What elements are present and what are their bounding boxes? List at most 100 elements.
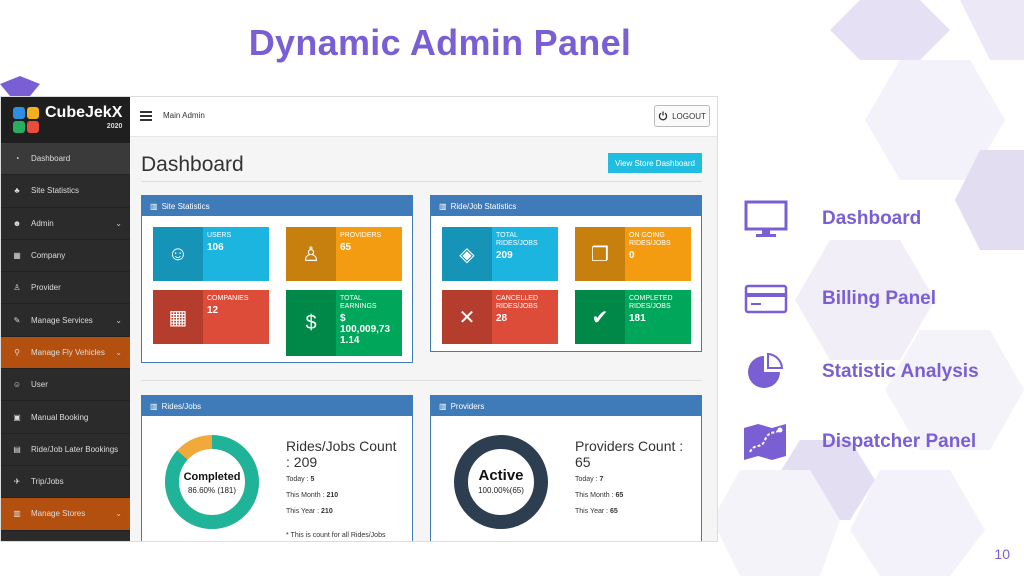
rides-month: This Month : 210 <box>286 492 339 499</box>
map-pin-icon: ⚲ <box>14 347 20 357</box>
main-content: Dashboard View Store Dashboard ▥ Site St… <box>130 137 717 541</box>
booking-icon: ▣ <box>13 412 21 422</box>
trip-icon: ✈ <box>13 477 21 487</box>
sidebar-item-ride-job-later-bookings[interactable]: ▤ Ride/Job Later Bookings <box>1 434 130 466</box>
stat-value: 209 <box>496 250 513 261</box>
sidebar-item-label: Manual Booking <box>31 412 89 422</box>
rides-note: * This is count for all Rides/Jobs <box>286 532 386 539</box>
monitor-icon <box>744 200 788 237</box>
logo-year: 2020 <box>106 123 123 130</box>
sidebar: CubeJekX 2020 ◔ Dashboard ♣ Site Statistics… <box>1 97 130 541</box>
building-icon: ▦ <box>153 290 203 344</box>
bar-chart-icon: ▥ <box>439 201 447 211</box>
feature-dispatcher-panel: Dispatcher Panel <box>741 422 1001 462</box>
stat-label: USERS <box>207 232 232 239</box>
person-icon: ♙ <box>13 283 21 293</box>
wrench-icon: ✎ <box>13 315 21 325</box>
feature-label: Statistic Analysis <box>822 361 979 382</box>
providers-count-title: Providers Count : 65 <box>575 438 684 470</box>
sidebar-item-company[interactable]: ▦ Company <box>1 240 130 273</box>
rides-today: Today : 5 <box>286 476 315 483</box>
cubes-icon: ◈ <box>442 227 492 281</box>
panel-title: Rides/Jobs <box>161 401 202 411</box>
sidebar-item-label: Trip/Jobs <box>31 477 64 487</box>
stat-label: ON GOING RIDES/JOBS <box>629 232 671 247</box>
app-logo: CubeJekX 2020 <box>1 97 130 143</box>
stat-tile-providers[interactable]: ♙ PROVIDERS 65 <box>286 227 402 281</box>
sidebar-item-site-statistics[interactable]: ♣ Site Statistics <box>1 175 130 208</box>
stat-value: 0 <box>629 250 635 261</box>
stat-label: COMPANIES <box>207 295 249 302</box>
stat-value: 65 <box>340 242 352 253</box>
calendar-icon: ▤ <box>13 444 21 454</box>
admin-icon: ☻ <box>12 218 22 228</box>
sidebar-item-label: Manage Services <box>31 315 93 325</box>
stat-value: 106 <box>207 242 224 253</box>
sidebar-nav: ◔ Dashboard ♣ Site Statistics ☻ Admin ⌄ ▦ Compan… <box>1 143 130 531</box>
sidebar-item-manual-booking[interactable]: ▣ Manual Booking <box>1 401 130 434</box>
stat-tile-companies[interactable]: ▦ COMPANIES 12 <box>153 290 269 344</box>
chevron-down-icon: ⌄ <box>115 347 122 357</box>
logout-label: LOGOUT <box>672 111 706 121</box>
logo-icon <box>11 105 41 135</box>
stat-tile-completed-rides-jobs[interactable]: ✔ COMPLETED RIDES/JOBS 181 <box>575 290 691 344</box>
hamburger-menu-icon[interactable] <box>140 111 152 121</box>
logout-button[interactable]: LOGOUT <box>654 105 710 127</box>
stat-value: 181 <box>629 313 646 324</box>
stat-value: 12 <box>207 305 219 316</box>
divider <box>141 380 702 381</box>
sidebar-item-provider[interactable]: ♙ Provider <box>1 272 130 305</box>
top-bar: Main Admin LOGOUT <box>130 97 717 137</box>
feature-label: Billing Panel <box>822 288 937 309</box>
sitemap-icon: ♣ <box>14 186 20 196</box>
sidebar-item-label: Provider <box>31 283 61 293</box>
stat-tile-cancelled-rides-jobs[interactable]: ✕ CANCELLED RIDES/JOBS 28 <box>442 290 558 344</box>
slide-title: Dynamic Admin Panel <box>248 22 632 63</box>
feature-label: Dashboard <box>822 208 922 229</box>
stat-value: 28 <box>496 313 508 324</box>
sidebar-item-label: Ride/Job Later Bookings <box>31 444 119 454</box>
view-store-dashboard-button[interactable]: View Store Dashboard <box>608 153 702 173</box>
site-statistics-panel: ▥ Site Statistics ☺ USERS 106 ♙ PROVIDERS 65 ▦… <box>141 195 413 363</box>
bar-chart-icon: ▥ <box>150 201 158 211</box>
power-icon <box>658 111 668 121</box>
sidebar-item-label: User <box>31 380 48 390</box>
stat-label: COMPLETED RIDES/JOBS <box>629 295 673 310</box>
copy-icon: ❐ <box>575 227 625 281</box>
stat-tile-total-rides-jobs[interactable]: ◈ TOTAL RIDES/JOBS 209 <box>442 227 558 281</box>
stat-value: $ 100,009,73 1.14 <box>340 313 391 346</box>
sidebar-item-trip-jobs[interactable]: ✈ Trip/Jobs <box>1 466 130 499</box>
sidebar-item-user[interactable]: ☺ User <box>1 369 130 402</box>
sidebar-item-manage-fly-vehicles[interactable]: ⚲ Manage Fly Vehicles ⌄ <box>1 336 130 370</box>
building-icon: ▦ <box>13 251 21 261</box>
sidebar-item-label: Company <box>31 251 66 261</box>
bar-chart-icon: ▥ <box>150 401 158 411</box>
map-icon <box>744 424 786 460</box>
sidebar-item-dashboard[interactable]: ◔ Dashboard <box>1 143 130 176</box>
chevron-down-icon: ⌄ <box>115 218 122 228</box>
ring-value: 100.00%(65) <box>478 486 524 495</box>
stat-label: TOTAL RIDES/JOBS <box>496 232 538 247</box>
breadcrumb: Main Admin <box>163 111 205 120</box>
page-number: 10 <box>994 546 1010 562</box>
providers-month: This Month : 65 <box>575 492 624 499</box>
panel-title: Providers <box>450 401 485 411</box>
sidebar-item-admin[interactable]: ☻ Admin ⌄ <box>1 208 130 240</box>
providers-year: This Year : 65 <box>575 508 618 515</box>
sidebar-item-manage-stores[interactable]: ▥ Manage Stores ⌄ <box>1 498 130 531</box>
sidebar-item-label: Dashboard <box>31 154 71 164</box>
sidebar-item-manage-services[interactable]: ✎ Manage Services ⌄ <box>1 304 130 337</box>
page-title: Dashboard <box>141 153 244 176</box>
sidebar-item-label: Manage Fly Vehicles <box>31 347 105 357</box>
rides-count-title: Rides/Jobs Count : 209 <box>286 438 397 470</box>
stat-tile-on-going-rides-jobs[interactable]: ❐ ON GOING RIDES/JOBS 0 <box>575 227 691 281</box>
users-icon: ☺ <box>153 227 203 281</box>
stat-tile-total-earnings[interactable]: $ TOTAL EARNINGS $ 100,009,73 1.14 <box>286 290 402 356</box>
cancel-icon: ✕ <box>442 290 492 344</box>
ride-statistics-panel: ▥ Ride/Job Statistics ◈ TOTAL RIDES/JOBS 2… <box>430 195 702 352</box>
credit-card-icon <box>744 284 788 314</box>
check-icon: ✔ <box>575 290 625 344</box>
admin-screenshot: CubeJekX 2020 ◔ Dashboard ♣ Site Statistics… <box>0 96 718 542</box>
stat-tile-users[interactable]: ☺ USERS 106 <box>153 227 269 281</box>
ring-value: 86.60% (181) <box>188 486 236 495</box>
